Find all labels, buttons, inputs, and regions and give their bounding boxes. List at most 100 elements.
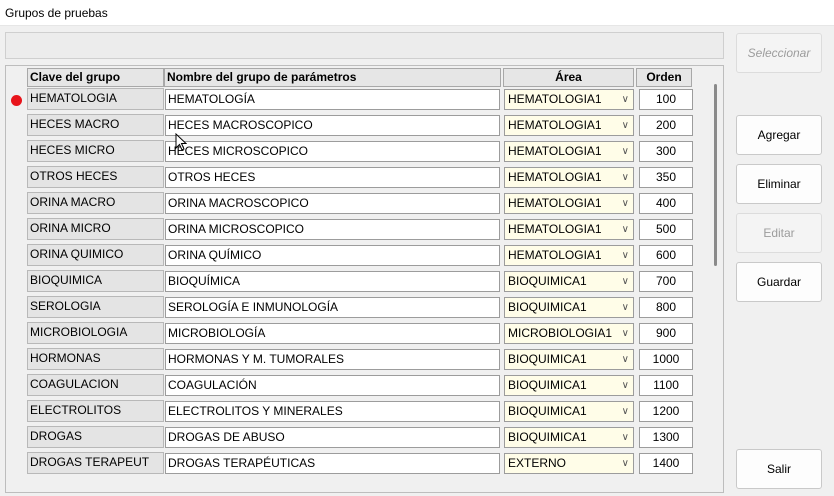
cell-group-name-input[interactable]: HORMONAS Y M. TUMORALES xyxy=(165,349,500,370)
cell-order-input[interactable]: 700 xyxy=(639,271,693,292)
chevron-down-icon[interactable]: ∨ xyxy=(622,324,629,343)
cell-group-name-input[interactable]: ORINA MACROSCOPICO xyxy=(165,193,500,214)
cell-group-key[interactable]: HORMONAS xyxy=(27,348,164,370)
cell-group-key[interactable]: HECES MICRO xyxy=(27,140,164,162)
column-header-order[interactable]: Orden xyxy=(636,68,692,87)
table-row[interactable]: ORINA QUIMICO ORINA QUÍMICO HEMATOLOGIA1 ∨ 6… xyxy=(6,244,706,266)
cell-group-name-input[interactable]: OTROS HECES xyxy=(165,167,500,188)
cell-area-select[interactable]: HEMATOLOGIA1 ∨ xyxy=(504,193,634,214)
cell-group-name-input[interactable]: BIOQUÍMICA xyxy=(165,271,500,292)
cell-group-key[interactable]: DROGAS xyxy=(27,426,164,448)
cell-area-select[interactable]: MICROBIOLOGIA1 ∨ xyxy=(504,323,634,344)
cell-group-name-input[interactable]: HEMATOLOGÍA xyxy=(165,89,500,110)
cell-area-select[interactable]: HEMATOLOGIA1 ∨ xyxy=(504,219,634,240)
cell-group-key[interactable]: BIOQUIMICA xyxy=(27,270,164,292)
cell-area-select[interactable]: BIOQUIMICA1 ∨ xyxy=(504,297,634,318)
cell-group-name-input[interactable]: ORINA QUÍMICO xyxy=(165,245,500,266)
chevron-down-icon[interactable]: ∨ xyxy=(622,116,629,135)
cell-area-select[interactable]: HEMATOLOGIA1 ∨ xyxy=(504,89,634,110)
table-row[interactable]: DROGAS TERAPEUT DROGAS TERAPÉUTICAS EXTERN… xyxy=(6,452,706,474)
table-row[interactable]: ORINA MACRO ORINA MACROSCOPICO HEMATOLOGIA… xyxy=(6,192,706,214)
search-bar[interactable] xyxy=(5,32,724,59)
table-row[interactable]: HEMATOLOGIA HEMATOLOGÍA HEMATOLOGIA1 ∨ 100 xyxy=(6,88,706,110)
chevron-down-icon[interactable]: ∨ xyxy=(622,142,629,161)
chevron-down-icon[interactable]: ∨ xyxy=(622,272,629,291)
cell-group-key[interactable]: ORINA MICRO xyxy=(27,218,164,240)
cell-area-select[interactable]: HEMATOLOGIA1 ∨ xyxy=(504,115,634,136)
cell-group-name-input[interactable]: HECES MACROSCOPICO xyxy=(165,115,500,136)
cell-order-input[interactable]: 100 xyxy=(639,89,693,110)
cell-group-key[interactable]: ELECTROLITOS xyxy=(27,400,164,422)
table-row[interactable]: ORINA MICRO ORINA MICROSCOPICO HEMATOLOGIA… xyxy=(6,218,706,240)
groups-grid[interactable]: Clave del grupo Nombre del grupo de pará… xyxy=(5,65,724,493)
table-row[interactable]: HECES MACRO HECES MACROSCOPICO HEMATOLOGIA… xyxy=(6,114,706,136)
chevron-down-icon[interactable]: ∨ xyxy=(622,298,629,317)
cell-group-name-input[interactable]: DROGAS DE ABUSO xyxy=(165,427,500,448)
chevron-down-icon[interactable]: ∨ xyxy=(622,454,629,473)
delete-button[interactable]: Eliminar xyxy=(736,164,822,204)
cell-area-select[interactable]: BIOQUIMICA1 ∨ xyxy=(504,375,634,396)
cell-group-key[interactable]: SEROLOGIA xyxy=(27,296,164,318)
cell-group-name-input[interactable]: COAGULACIÓN xyxy=(165,375,500,396)
cell-order-input[interactable]: 350 xyxy=(639,167,693,188)
chevron-down-icon[interactable]: ∨ xyxy=(622,246,629,265)
cell-group-key[interactable]: ORINA MACRO xyxy=(27,192,164,214)
cell-area-select[interactable]: HEMATOLOGIA1 ∨ xyxy=(504,141,634,162)
chevron-down-icon[interactable]: ∨ xyxy=(622,168,629,187)
cell-group-name-input[interactable]: ELECTROLITOS Y MINERALES xyxy=(165,401,500,422)
cell-order-input[interactable]: 500 xyxy=(639,219,693,240)
cell-area-select[interactable]: BIOQUIMICA1 ∨ xyxy=(504,271,634,292)
cell-order-input[interactable]: 900 xyxy=(639,323,693,344)
column-header-name[interactable]: Nombre del grupo de parámetros xyxy=(164,68,501,87)
chevron-down-icon[interactable]: ∨ xyxy=(622,350,629,369)
cell-group-key[interactable]: DROGAS TERAPEUT xyxy=(27,452,164,474)
cell-order-input[interactable]: 400 xyxy=(639,193,693,214)
table-row[interactable]: DROGAS DROGAS DE ABUSO BIOQUIMICA1 ∨ 1300 xyxy=(6,426,706,448)
select-button[interactable]: Seleccionar xyxy=(736,33,822,73)
cell-order-input[interactable]: 600 xyxy=(639,245,693,266)
save-button[interactable]: Guardar xyxy=(736,262,822,302)
cell-order-input[interactable]: 1400 xyxy=(639,453,693,474)
table-row[interactable]: HECES MICRO HECES MICROSCOPICO HEMATOLOGIA… xyxy=(6,140,706,162)
vertical-scrollbar[interactable] xyxy=(714,84,717,266)
column-header-area[interactable]: Área xyxy=(503,68,634,87)
chevron-down-icon[interactable]: ∨ xyxy=(622,90,629,109)
cell-group-key[interactable]: HECES MACRO xyxy=(27,114,164,136)
cell-group-key[interactable]: MICROBIOLOGIA xyxy=(27,322,164,344)
exit-button[interactable]: Salir xyxy=(736,449,822,489)
cell-area-select[interactable]: EXTERNO ∨ xyxy=(504,453,634,474)
table-row[interactable]: MICROBIOLOGIA MICROBIOLOGÍA MICROBIOLOGIA1… xyxy=(6,322,706,344)
cell-group-name-input[interactable]: DROGAS TERAPÉUTICAS xyxy=(165,453,500,474)
cell-order-input[interactable]: 1000 xyxy=(639,349,693,370)
cell-group-name-input[interactable]: SEROLOGÍA E INMUNOLOGÍA xyxy=(165,297,500,318)
cell-area-select[interactable]: BIOQUIMICA1 ∨ xyxy=(504,349,634,370)
cell-order-input[interactable]: 800 xyxy=(639,297,693,318)
cell-group-key[interactable]: COAGULACION xyxy=(27,374,164,396)
cell-order-input[interactable]: 200 xyxy=(639,115,693,136)
table-row[interactable]: COAGULACION COAGULACIÓN BIOQUIMICA1 ∨ 1100 xyxy=(6,374,706,396)
table-row[interactable]: OTROS HECES OTROS HECES HEMATOLOGIA1 ∨ 350 xyxy=(6,166,706,188)
cell-order-input[interactable]: 1300 xyxy=(639,427,693,448)
chevron-down-icon[interactable]: ∨ xyxy=(622,402,629,421)
cell-group-key[interactable]: HEMATOLOGIA xyxy=(27,88,164,110)
table-row[interactable]: SEROLOGIA SEROLOGÍA E INMUNOLOGÍA BIOQUIMI… xyxy=(6,296,706,318)
chevron-down-icon[interactable]: ∨ xyxy=(622,220,629,239)
add-button[interactable]: Agregar xyxy=(736,115,822,155)
cell-group-name-input[interactable]: ORINA MICROSCOPICO xyxy=(165,219,500,240)
cell-area-select[interactable]: HEMATOLOGIA1 ∨ xyxy=(504,167,634,188)
cell-group-name-input[interactable]: MICROBIOLOGÍA xyxy=(165,323,500,344)
cell-area-select[interactable]: BIOQUIMICA1 ∨ xyxy=(504,427,634,448)
cell-order-input[interactable]: 300 xyxy=(639,141,693,162)
chevron-down-icon[interactable]: ∨ xyxy=(622,194,629,213)
table-row[interactable]: ELECTROLITOS ELECTROLITOS Y MINERALES BIOQ… xyxy=(6,400,706,422)
cell-group-key[interactable]: ORINA QUIMICO xyxy=(27,244,164,266)
table-row[interactable]: BIOQUIMICA BIOQUÍMICA BIOQUIMICA1 ∨ 700 xyxy=(6,270,706,292)
chevron-down-icon[interactable]: ∨ xyxy=(622,428,629,447)
table-row[interactable]: HORMONAS HORMONAS Y M. TUMORALES BIOQUIMIC… xyxy=(6,348,706,370)
chevron-down-icon[interactable]: ∨ xyxy=(622,376,629,395)
cell-order-input[interactable]: 1200 xyxy=(639,401,693,422)
cell-group-key[interactable]: OTROS HECES xyxy=(27,166,164,188)
cell-group-name-input[interactable]: HECES MICROSCOPICO xyxy=(165,141,500,162)
cell-area-select[interactable]: BIOQUIMICA1 ∨ xyxy=(504,401,634,422)
edit-button[interactable]: Editar xyxy=(736,213,822,253)
